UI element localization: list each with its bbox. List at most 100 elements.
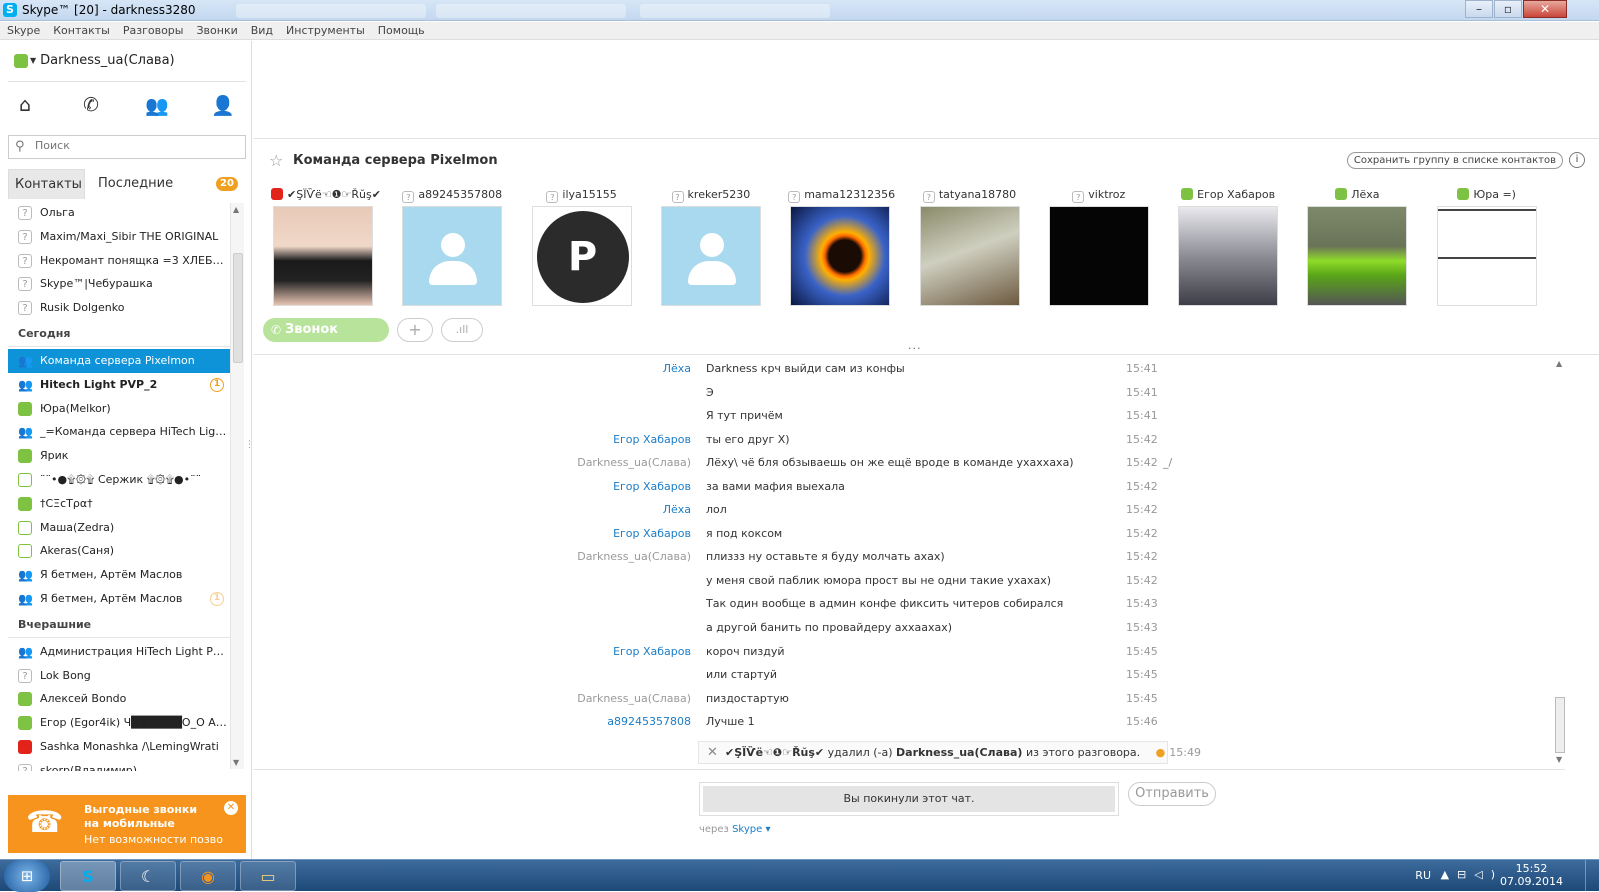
home-icon[interactable]: ⌂ — [10, 94, 40, 120]
explorer-taskbar-icon[interactable]: ▭ — [240, 861, 296, 891]
call-group-button[interactable]: ✆ Звонок группе — [263, 318, 389, 361]
message-author[interactable]: Darkness_ua(Слава) — [491, 451, 691, 475]
participant[interactable]: ? mama12312356 — [788, 186, 895, 306]
tray-icons[interactable]: ▲⊟◁) — [1441, 868, 1503, 881]
scroll-down-icon[interactable]: ▼ — [1556, 755, 1562, 764]
contact-list-item[interactable]: Алексей Bondo — [8, 687, 230, 711]
participant[interactable]: ? ilya15155 P — [530, 186, 634, 306]
menu-view[interactable]: Вид — [244, 22, 279, 37]
close-icon[interactable]: ✕ — [224, 801, 238, 815]
participant[interactable]: ? a89245357808 — [400, 186, 504, 306]
promo-banner[interactable]: ☎ Выгодные звонки на мобильные Нет возмо… — [8, 795, 246, 853]
participant[interactable]: Лёха — [1305, 186, 1409, 306]
firefox-taskbar-icon[interactable]: ◉ — [180, 861, 236, 891]
contact-list-item[interactable]: ? Maxim/Maxi_Sibir THE ORIGINAL — [8, 225, 230, 249]
system-actor[interactable]: ✔ŞÏѶё☜❶☞Řŭş✔ — [725, 746, 824, 759]
participant-avatar[interactable] — [1178, 206, 1279, 306]
search-box[interactable]: ⚲ — [8, 135, 246, 159]
call-quality-button[interactable]: .ıll — [441, 318, 483, 342]
contact-list-item[interactable]: Akeras(Саня) — [8, 539, 230, 563]
profile-name[interactable]: Darkness_ua(Слава) — [40, 53, 174, 68]
add-participant-button[interactable]: + — [397, 318, 433, 342]
add-contact-icon[interactable]: 👤 — [208, 94, 238, 120]
scroll-thumb[interactable] — [1555, 697, 1565, 753]
contact-list-item[interactable]: 👥 Я бетмен, Артём Маслов 1 — [8, 587, 230, 611]
profile-header[interactable]: ▼ Darkness_ua(Слава) — [14, 53, 175, 73]
show-desktop-button[interactable] — [1585, 860, 1599, 892]
contact-list-item[interactable]: ? Некромант понящка =3 ХЛЕБУШЕК — [8, 249, 230, 273]
contact-list-item[interactable]: 👥 Команда сервера Pixelmon — [8, 348, 230, 373]
menu-skype[interactable]: Skype — [0, 22, 46, 37]
skype-taskbar-icon[interactable]: S — [60, 861, 116, 891]
contact-list-item[interactable]: ¨¨•●۩۞۩ Сержик ۩۞۩●•¨¨ — [8, 468, 230, 492]
resize-dots[interactable]: ... — [908, 339, 922, 352]
scroll-up-icon[interactable]: ▲ — [1556, 359, 1562, 368]
contact-list-item[interactable]: ? skorp(Владимир) — [8, 759, 230, 771]
app-taskbar-icon[interactable]: ☾ — [120, 861, 176, 891]
group-icon[interactable]: 👥 — [142, 94, 172, 120]
participant[interactable]: ? kreker5230 — [659, 186, 763, 306]
favorite-star-icon[interactable]: ☆ — [269, 151, 283, 170]
participant-avatar[interactable]: P — [531, 206, 632, 306]
message-author[interactable]: Лёха — [491, 357, 691, 381]
contact-list-item[interactable]: ? Lok Bong — [8, 664, 230, 688]
system-target[interactable]: Darkness_ua(Слава) — [896, 746, 1022, 759]
scroll-thumb[interactable] — [233, 253, 243, 363]
message-author[interactable]: Лёха — [491, 498, 691, 522]
message-author[interactable]: Егор Хабаров — [491, 522, 691, 546]
maximize-button[interactable]: ▫ — [1494, 0, 1522, 18]
message-author[interactable]: Darkness_ua(Слава) — [491, 687, 691, 711]
participant-avatar[interactable] — [919, 206, 1020, 306]
online-status-icon[interactable] — [14, 53, 28, 68]
contact-list-item[interactable]: Ярик — [8, 444, 230, 468]
contact-list-item[interactable]: 👥 _=Команда сервера HiTech Light P... — [8, 420, 230, 444]
contact-list-item[interactable]: Юра(Melkor) — [8, 397, 230, 421]
participant-avatar[interactable] — [660, 206, 761, 306]
participant[interactable]: ? tatyana18780 — [918, 186, 1022, 306]
message-author[interactable]: a89245357808 — [491, 710, 691, 734]
contact-list-item[interactable]: †CΞcТρα† — [8, 492, 230, 516]
message-scrollbar[interactable]: ▲ ▼ — [1553, 357, 1567, 767]
send-button[interactable]: Отправить — [1128, 782, 1216, 806]
contact-list-item[interactable]: ? Rusik Dolgenko — [8, 296, 230, 320]
contact-list-item[interactable]: 👥 Я бетмен, Артём Маслов — [8, 563, 230, 587]
tab-recent[interactable]: Последние — [92, 169, 179, 199]
participant[interactable]: ✔ŞÏѶё☜❶☞Řŭş✔ — [271, 186, 381, 306]
search-input[interactable] — [35, 139, 235, 152]
via-service-link[interactable]: Skype — [732, 824, 762, 835]
participant[interactable]: ? viktroz — [1047, 186, 1151, 306]
message-author[interactable]: Егор Хабаров — [491, 428, 691, 452]
participant-avatar[interactable] — [1307, 206, 1408, 306]
message-input[interactable]: Вы покинули этот чат. — [699, 782, 1119, 816]
participant[interactable]: Егор Хабаров — [1176, 186, 1280, 306]
tab-contacts[interactable]: Контакты — [8, 169, 85, 199]
chevron-down-icon[interactable]: ▼ — [30, 56, 36, 65]
contact-list-item[interactable]: 👥 Hitech Light PVP_2 1 — [8, 373, 230, 397]
chevron-down-icon[interactable]: ▾ — [765, 824, 770, 835]
contact-list-item[interactable]: ? Skype™|Чебурашка — [8, 272, 230, 296]
close-icon[interactable]: ✕ — [707, 742, 718, 763]
contact-list-item[interactable]: 👥 Администрация HiTech Light PvP-P... — [8, 640, 230, 664]
menu-contacts[interactable]: Контакты — [46, 22, 116, 37]
contact-list-item[interactable]: Маша(Zedra) — [8, 516, 230, 540]
scroll-down-icon[interactable]: ▼ — [233, 758, 239, 767]
contact-list-item[interactable]: ? Ольга — [8, 201, 230, 225]
menu-calls[interactable]: Звонки — [189, 22, 243, 37]
participant-avatar[interactable] — [1048, 206, 1149, 306]
contact-list-item[interactable]: Sashka Monashka /\LemingWrati — [8, 735, 230, 759]
participant-avatar[interactable] — [790, 206, 891, 306]
participant-avatar[interactable] — [1436, 206, 1537, 306]
participant[interactable]: Юра =) — [1435, 186, 1539, 306]
contact-list-scrollbar[interactable]: ▲ ▼ — [230, 203, 244, 769]
scroll-up-icon[interactable]: ▲ — [233, 205, 239, 214]
start-button[interactable]: ⊞ — [4, 860, 50, 892]
clock[interactable]: 15:52 07.09.2014 — [1500, 862, 1563, 888]
message-author[interactable]: Егор Хабаров — [491, 640, 691, 664]
language-indicator[interactable]: RU — [1415, 869, 1431, 882]
message-author[interactable]: Егор Хабаров — [491, 475, 691, 499]
close-button[interactable]: ✕ — [1523, 0, 1567, 18]
message-author[interactable]: Darkness_ua(Слава) — [491, 545, 691, 569]
participant-avatar[interactable] — [273, 206, 373, 306]
menu-conversations[interactable]: Разговоры — [116, 22, 190, 37]
minimize-button[interactable]: – — [1465, 0, 1493, 18]
